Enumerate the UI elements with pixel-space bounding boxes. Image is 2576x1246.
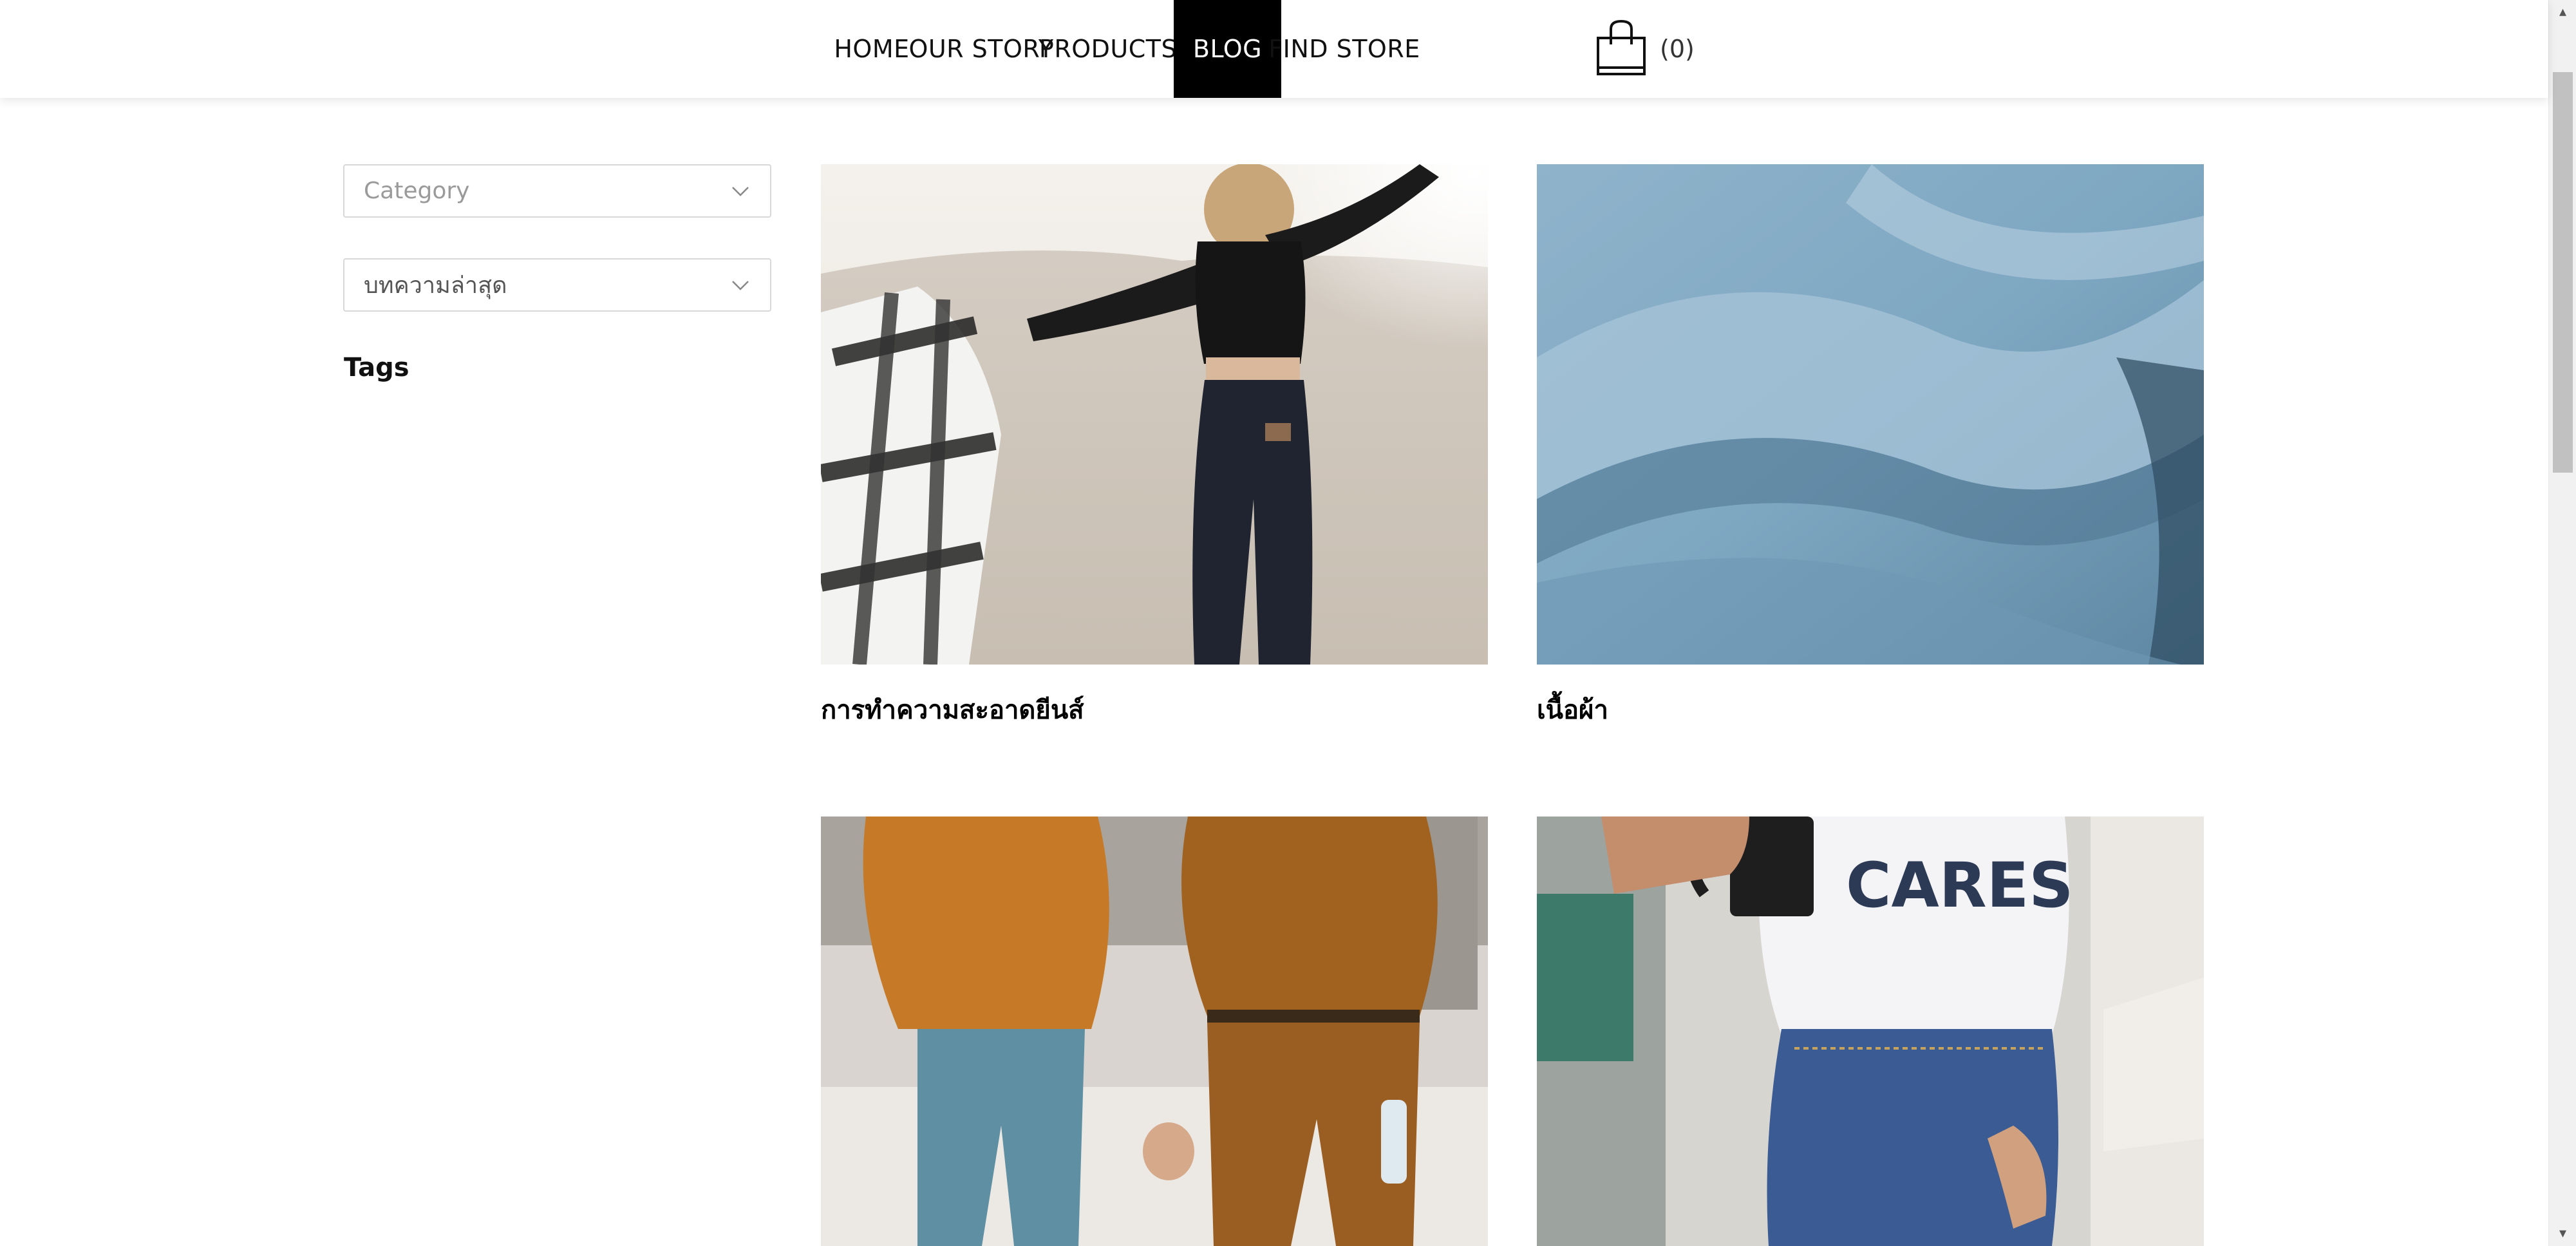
post-image-fabric[interactable] [1537,164,2204,665]
post-title-jeans-cleaning[interactable]: การทำความสะอาดยีนส์ [821,689,1084,730]
nav-our-story[interactable]: OUR STORY [908,0,1053,98]
latest-posts-select-value: บทความล่าสุด [364,272,507,299]
blog-page: HOME OUR STORY PRODUCTS BLOG FIND STORE … [0,0,2576,1246]
post-image-couple[interactable] [821,817,1488,1246]
page-scrollbar[interactable]: ▴ ▾ [2548,0,2576,1246]
post-image-jeans-cleaning[interactable] [821,164,1488,665]
svg-text:CARES: CARES [1846,849,2073,921]
scroll-thumb[interactable] [2553,72,2573,473]
post-title-fabric[interactable]: เนื้อผ้า [1537,689,1608,730]
main-nav: HOME OUR STORY PRODUCTS BLOG FIND STORE [826,0,1420,98]
tags-heading: Tags [344,353,409,382]
chevron-down-icon [732,187,749,196]
cart-count: (0) [1660,35,1695,63]
category-select-value: Category [364,178,470,204]
nav-products[interactable]: PRODUCTS [1039,0,1177,98]
scroll-down-arrow-icon[interactable]: ▾ [2549,1224,2576,1243]
shopping-bag-icon [1594,19,1648,79]
site-header: HOME OUR STORY PRODUCTS BLOG FIND STORE … [0,0,2548,98]
chevron-down-icon [732,281,749,290]
latest-posts-select[interactable]: บทความล่าสุด [343,258,771,312]
nav-blog[interactable]: BLOG [1174,0,1281,98]
category-select[interactable]: Category [343,164,771,218]
scroll-up-arrow-icon[interactable]: ▴ [2549,3,2576,22]
post-image-mug[interactable]: CARES [1537,817,2204,1246]
nav-find-store[interactable]: FIND STORE [1268,0,1420,98]
cart-button[interactable]: (0) [1594,0,1695,98]
nav-home[interactable]: HOME [826,0,917,98]
